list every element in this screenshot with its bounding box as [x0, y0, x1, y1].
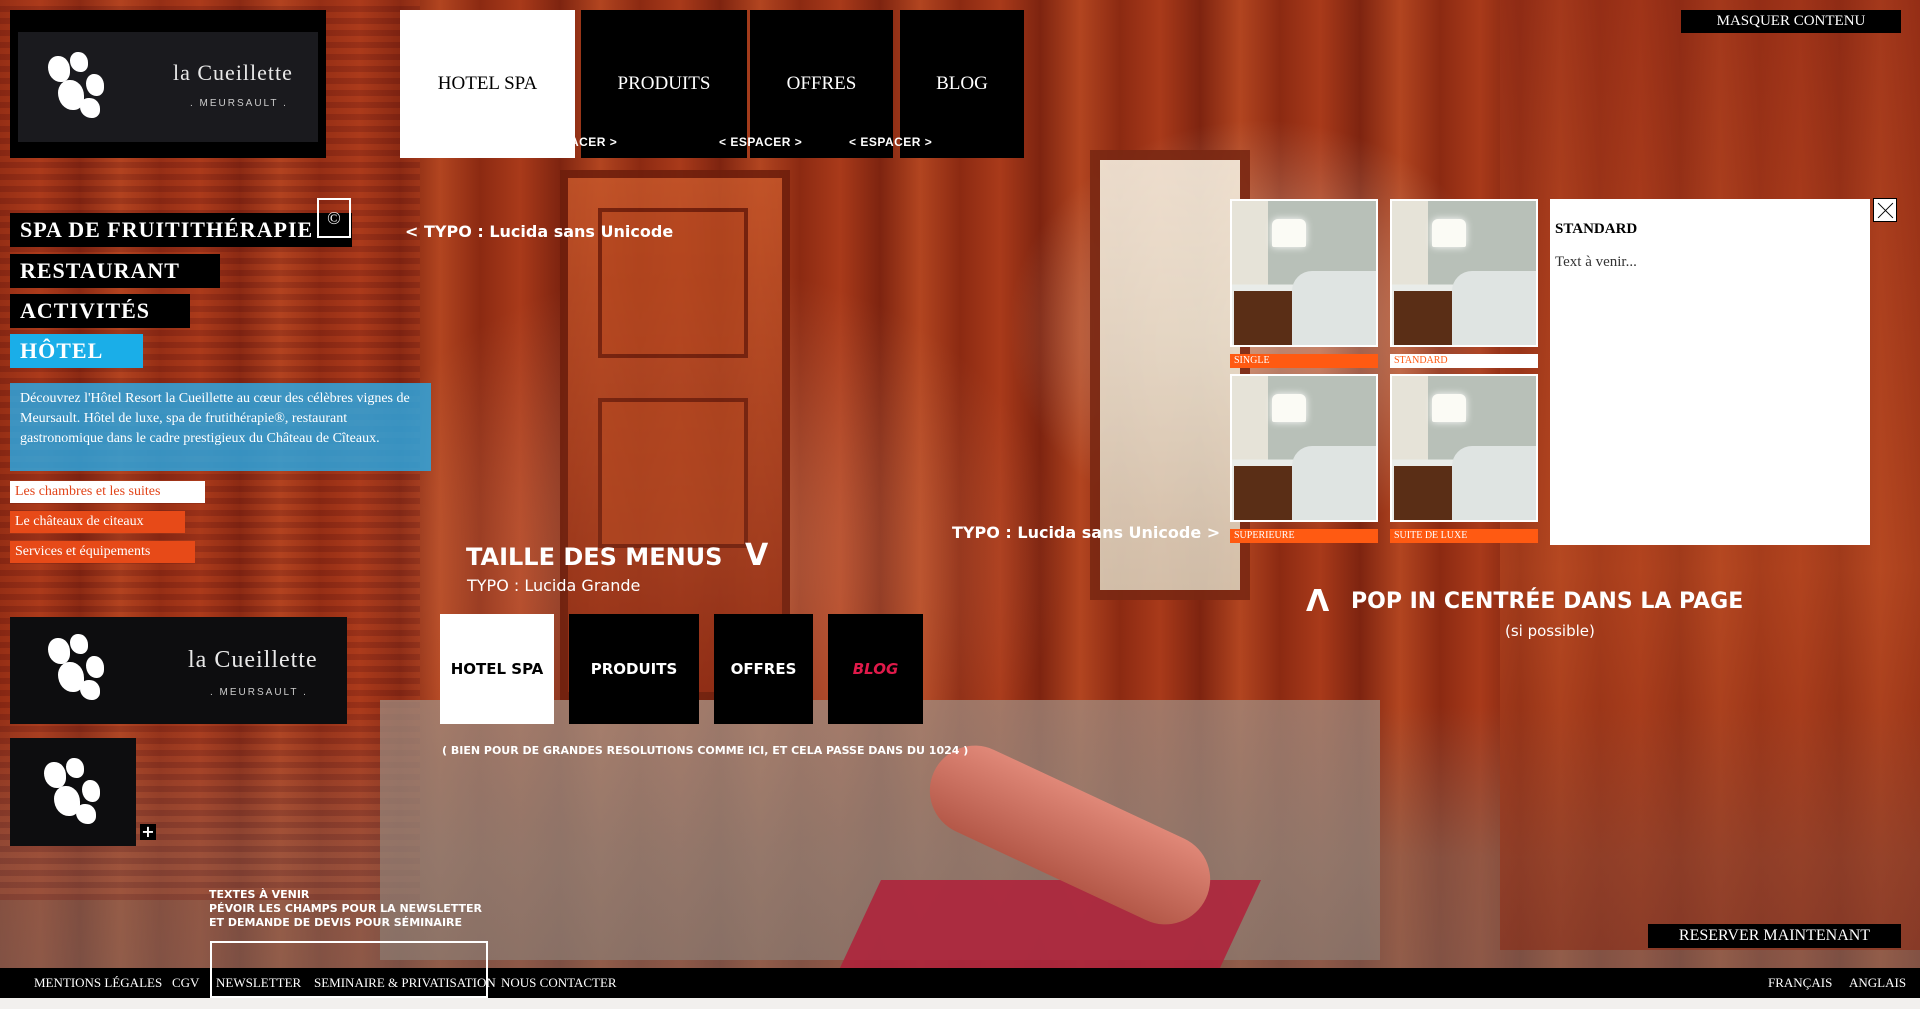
room-label-single[interactable]: SINGLE — [1230, 354, 1378, 368]
language-francais[interactable]: FRANÇAIS — [1768, 975, 1832, 991]
brand-name: la Cueillette — [173, 60, 293, 85]
footer-link-mentions[interactable]: MENTIONS LÉGALES — [34, 975, 162, 991]
menu-item-hotel[interactable]: HÔTEL — [10, 334, 143, 368]
close-icon[interactable] — [1873, 198, 1897, 222]
hotel-intro-text: Découvrez l'Hôtel Resort la Cueillette a… — [10, 383, 431, 471]
brand-location: . MEURSAULT . — [190, 98, 288, 109]
bottom-strip — [0, 998, 1920, 1009]
resolution-note: ( BIEN POUR DE GRANDES RESOLUTIONS COMME… — [442, 744, 969, 757]
logo-large[interactable]: la Cueillette . MEURSAULT . — [10, 617, 347, 724]
room-thumb-suite-de-luxe[interactable] — [1390, 374, 1538, 522]
espacer-annotation: < ESPACER > — [534, 135, 618, 149]
espacer-annotation: < ESPACER > — [849, 135, 933, 149]
logo-mark-small[interactable] — [10, 738, 136, 846]
sample-tab-produits[interactable]: PRODUITS — [569, 614, 699, 724]
room-label-standard[interactable]: STANDARD — [1390, 354, 1538, 368]
sublink-chateaux[interactable]: Le châteaux de citeaux — [10, 511, 185, 533]
chevron-down-icon: V — [745, 538, 769, 573]
footer-link-newsletter[interactable]: NEWSLETTER — [216, 975, 301, 991]
menu-size-typo: TYPO : Lucida Grande — [467, 576, 641, 595]
textes-note-line3: ET DEMANDE DE DEVIS POUR SÉMINAIRE — [209, 916, 463, 929]
logo-header[interactable]: la Cueillette . MEURSAULT . — [10, 10, 326, 158]
footer-link-seminaire[interactable]: SEMINAIRE & PRIVATISATION — [314, 975, 496, 991]
sublink-chambres[interactable]: Les chambres et les suites — [10, 481, 205, 503]
hide-content-button[interactable]: MASQUER CONTENU — [1681, 10, 1901, 33]
footer-link-contact[interactable]: NOUS CONTACTER — [501, 975, 617, 991]
sublink-services[interactable]: Services et équipements — [10, 541, 195, 563]
room-thumb-standard[interactable] — [1390, 199, 1538, 347]
room-label-suite-de-luxe[interactable]: SUITE DE LUXE — [1390, 529, 1538, 543]
brand-location: . MEURSAULT . — [210, 687, 308, 698]
book-now-button[interactable]: RESERVER MAINTENANT — [1648, 924, 1901, 948]
leaf-logo-icon — [40, 632, 110, 702]
copyright-icon: © — [317, 198, 351, 238]
menu-item-restaurant[interactable]: RESTAURANT — [10, 254, 220, 288]
chevron-up-icon: Λ — [1306, 584, 1330, 619]
room-label-superieure[interactable]: SUPERIEURE — [1230, 529, 1378, 543]
textes-note-line2: PÉVOIR LES CHAMPS POUR LA NEWSLETTER — [209, 902, 483, 915]
leaf-logo-icon — [36, 756, 106, 826]
room-thumb-superieure[interactable] — [1230, 374, 1378, 522]
room-title: STANDARD — [1555, 221, 1638, 237]
room-description-panel: STANDARD Text à venir... — [1550, 199, 1870, 545]
sample-tab-blog[interactable]: BLOG — [828, 614, 923, 724]
room-thumb-single[interactable] — [1230, 199, 1378, 347]
typo-annotation-right: TYPO : Lucida sans Unicode > — [952, 523, 1221, 542]
brand-name: la Cueillette — [188, 647, 318, 673]
plus-icon[interactable]: + — [140, 824, 156, 840]
footer-link-cgv[interactable]: CGV — [172, 975, 199, 991]
espacer-annotation: < ESPACER > — [719, 135, 803, 149]
menu-item-activites[interactable]: ACTIVITÉS — [10, 294, 190, 328]
language-anglais[interactable]: ANGLAIS — [1849, 975, 1906, 991]
menu-item-spa[interactable]: SPA DE FRUITITHÉRAPIE — [10, 213, 352, 247]
sample-tab-offres[interactable]: OFFRES — [714, 614, 813, 724]
menu-size-title: TAILLE DES MENUS — [466, 543, 723, 571]
textes-note-line1: TEXTES À VENIR — [209, 888, 310, 901]
popin-subtitle: (si possible) — [1505, 622, 1595, 640]
popin-title: POP IN CENTRÉE DANS LA PAGE — [1351, 589, 1744, 614]
typo-annotation-left: < TYPO : Lucida sans Unicode — [405, 222, 674, 241]
room-body: Text à venir... — [1555, 254, 1637, 270]
sample-tab-hotel-spa[interactable]: HOTEL SPA — [440, 614, 554, 724]
leaf-logo-icon — [40, 50, 110, 120]
